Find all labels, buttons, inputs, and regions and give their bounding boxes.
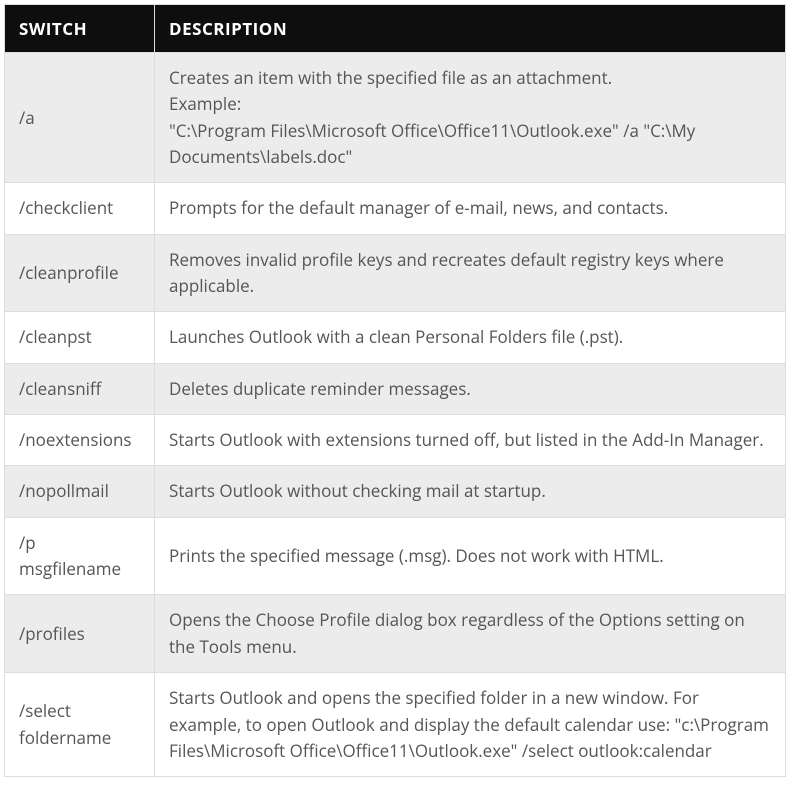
header-description: Description xyxy=(155,5,786,53)
table-row: /profilesOpens the Choose Profile dialog… xyxy=(5,595,786,673)
cell-description: Prompts for the default manager of e-mai… xyxy=(155,183,786,234)
table-row: /select foldernameStarts Outlook and ope… xyxy=(5,673,786,777)
table-row: /cleansniffDeletes duplicate reminder me… xyxy=(5,363,786,414)
cell-description: Starts Outlook without checking mail at … xyxy=(155,466,786,517)
cell-description: Removes invalid profile keys and recreat… xyxy=(155,234,786,312)
cell-switch: /noextensions xyxy=(5,415,155,466)
cell-description: Opens the Choose Profile dialog box rega… xyxy=(155,595,786,673)
cell-switch: /select foldername xyxy=(5,673,155,777)
table-row: /checkclientPrompts for the default mana… xyxy=(5,183,786,234)
header-description-label: Description xyxy=(169,17,287,40)
cell-switch: /cleanpst xyxy=(5,312,155,363)
header-switch: Switch xyxy=(5,5,155,53)
cell-description: Starts Outlook and opens the specified f… xyxy=(155,673,786,777)
switches-table: Switch Description /aCreates an item wit… xyxy=(4,4,786,777)
table-body: /aCreates an item with the specified fil… xyxy=(5,53,786,777)
cell-description: Deletes duplicate reminder messages. xyxy=(155,363,786,414)
cell-switch: /profiles xyxy=(5,595,155,673)
cell-description: Prints the specified message (.msg). Doe… xyxy=(155,517,786,595)
cell-description: Creates an item with the specified file … xyxy=(155,53,786,183)
cell-switch: /p msgfilename xyxy=(5,517,155,595)
cell-switch: /checkclient xyxy=(5,183,155,234)
table-row: /cleanpstLaunches Outlook with a clean P… xyxy=(5,312,786,363)
table-row: /cleanprofileRemoves invalid profile key… xyxy=(5,234,786,312)
table-row: /noextensionsStarts Outlook with extensi… xyxy=(5,415,786,466)
cell-switch: /cleansniff xyxy=(5,363,155,414)
table-row: /aCreates an item with the specified fil… xyxy=(5,53,786,183)
header-switch-label: Switch xyxy=(19,17,87,40)
cell-switch: /cleanprofile xyxy=(5,234,155,312)
cell-switch: /nopollmail xyxy=(5,466,155,517)
cell-switch: /a xyxy=(5,53,155,183)
table-row: /nopollmailStarts Outlook without checki… xyxy=(5,466,786,517)
table-header-row: Switch Description xyxy=(5,5,786,53)
table-row: /p msgfilenamePrints the specified messa… xyxy=(5,517,786,595)
cell-description: Launches Outlook with a clean Personal F… xyxy=(155,312,786,363)
cell-description: Starts Outlook with extensions turned of… xyxy=(155,415,786,466)
